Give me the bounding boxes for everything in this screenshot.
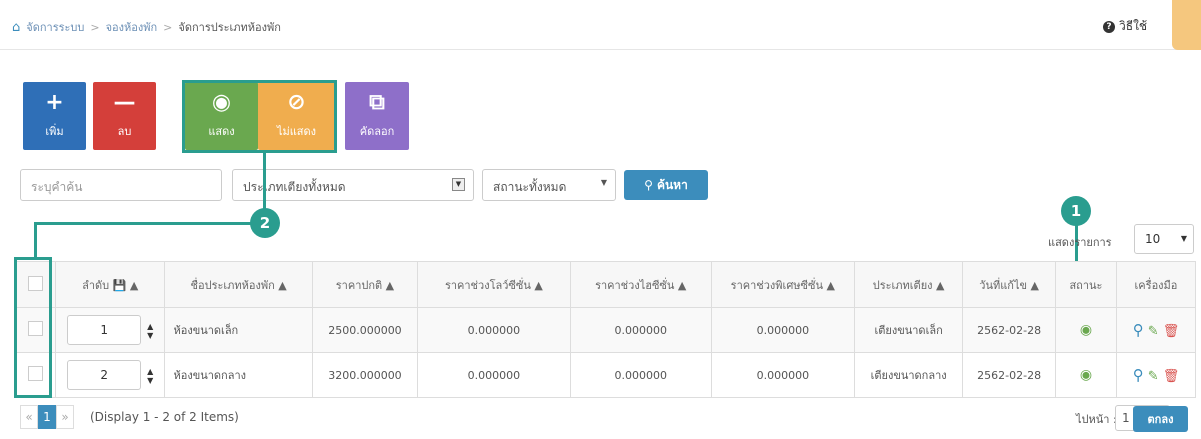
question-icon: ? <box>1103 20 1115 33</box>
table-row: 2 ▲ ▼ ห้องขนาดกลาง 3200.000000 0.000000 0.… <box>15 352 1197 398</box>
breadcrumb-separator: > <box>163 20 173 34</box>
header-name[interactable]: ชื่อประเภทห้องพัก ▲ <box>164 261 313 308</box>
home-icon[interactable]: ⌂ <box>12 20 20 35</box>
top-bar: ⌂ จัดการระบบ > จองห้องพัก > จัดการประเภท… <box>0 0 1201 50</box>
search-input[interactable]: ระบุคำค้น <box>20 169 222 201</box>
edit-icon[interactable]: ✎ <box>1148 324 1159 339</box>
room-type-name: ห้องขนาดเล็ก <box>164 307 313 353</box>
copy-label: คัดลอก <box>359 125 395 138</box>
page-next-button[interactable]: » <box>56 405 74 429</box>
per-page-select[interactable]: 10 ▼ <box>1134 224 1194 254</box>
delete-button[interactable]: — ลบ <box>93 82 156 150</box>
breadcrumb: ⌂ จัดการระบบ > จองห้องพัก > จัดการประเภท… <box>12 18 281 36</box>
view-icon[interactable]: ⚲ <box>1133 321 1144 339</box>
high-price-cell: 0.000000 <box>569 352 712 398</box>
sort-up-icon: ▲ <box>385 278 395 292</box>
delete-label: ลบ <box>117 125 132 138</box>
chevron-down-icon: ▼ <box>1180 234 1187 243</box>
sort-up-icon: ▲ <box>534 278 543 292</box>
sort-up-icon: ▲ <box>129 278 139 292</box>
room-type-name: ห้องขนาดกลาง <box>164 352 313 398</box>
high-price-cell: 0.000000 <box>569 307 712 353</box>
goto-page-label: ไปหน้า : <box>1076 413 1117 426</box>
chevron-down-icon: ▼ <box>600 178 607 187</box>
special-price-cell: 0.000000 <box>710 352 855 398</box>
copy-button[interactable]: ⧉ คัดลอก <box>345 82 409 150</box>
page-prev-button[interactable]: « <box>20 405 38 429</box>
save-icon[interactable]: 💾 <box>113 279 127 292</box>
minus-icon: — <box>113 90 136 115</box>
help-link[interactable]: ? วิธีใช้ <box>1103 17 1147 36</box>
order-input[interactable]: 1 <box>67 315 142 345</box>
goto-page-button[interactable]: ตกลง <box>1133 406 1188 432</box>
copy-icon: ⧉ <box>369 90 385 115</box>
search-button[interactable]: ⚲ ค้นหา <box>624 170 708 200</box>
sort-up-icon: ▲ <box>1030 278 1039 292</box>
sort-up-icon: ▲ <box>826 278 835 292</box>
low-price-cell: 0.000000 <box>417 352 571 398</box>
highlight-checkbox-column <box>14 257 52 398</box>
updated-cell: 2562-02-28 <box>962 307 1056 353</box>
bed-type-value: ประเภทเตียงทั้งหมด <box>243 180 346 194</box>
header-price[interactable]: ราคาปกติ ▲ <box>311 261 419 308</box>
header-low-price[interactable]: ราคาช่วงโลว์ซีซั่น ▲ <box>417 261 571 308</box>
updated-cell: 2562-02-28 <box>962 352 1056 398</box>
price-cell: 3200.000000 <box>311 352 419 398</box>
eye-icon[interactable]: ◉ <box>1080 322 1092 338</box>
help-label: วิธีใช้ <box>1119 19 1148 33</box>
tools-cell: ⚲ ✎ 🗑 <box>1115 307 1197 353</box>
status-value: สถานะทั้งหมด <box>493 180 567 194</box>
callout-badge-2: 2 <box>250 208 280 238</box>
breadcrumb-item-system[interactable]: จัดการระบบ <box>26 18 84 36</box>
sort-up-icon: ▲ <box>677 278 687 292</box>
order-input[interactable]: 2 <box>67 360 142 390</box>
callout-line-2 <box>34 222 252 225</box>
highlight-show-hide <box>182 80 337 153</box>
bed-type-cell: เตียงขนาดกลาง <box>853 352 964 398</box>
order-stepper-icon[interactable]: ▲ ▼ <box>147 367 153 385</box>
trash-icon[interactable]: 🗑 <box>1163 324 1180 339</box>
breadcrumb-item-booking[interactable]: จองห้องพัก <box>106 18 158 36</box>
eye-icon[interactable]: ◉ <box>1080 367 1092 383</box>
edit-icon[interactable]: ✎ <box>1148 369 1159 384</box>
room-type-table: ลำดับ 💾 ▲ ชื่อประเภทห้องพัก ▲ ราคาปกติ ▲… <box>15 261 1197 398</box>
callout-line-2 <box>34 222 37 258</box>
trash-icon[interactable]: 🗑 <box>1163 369 1180 384</box>
breadcrumb-item-current: จัดการประเภทห้องพัก <box>178 21 281 34</box>
header-status: สถานะ <box>1054 261 1117 308</box>
callout-line-2 <box>263 152 266 209</box>
per-page-value: 10 <box>1145 232 1161 246</box>
corner-tab[interactable] <box>1172 0 1201 50</box>
table-header-row: ลำดับ 💾 ▲ ชื่อประเภทห้องพัก ▲ ราคาปกติ ▲… <box>15 261 1197 308</box>
price-cell: 2500.000000 <box>311 307 419 353</box>
pagination-info: (Display 1 - 2 of 2 Items) <box>90 410 239 424</box>
breadcrumb-separator: > <box>90 20 100 34</box>
bed-type-select[interactable]: ประเภทเตียงทั้งหมด ▼ <box>232 169 474 201</box>
header-special-price[interactable]: ราคาช่วงพิเศษซีซั่น ▲ <box>710 261 855 308</box>
sort-up-icon: ▲ <box>936 278 945 292</box>
callout-badge-1: 1 <box>1061 196 1091 226</box>
per-page-label: แสดงรายการ <box>1048 236 1112 249</box>
low-price-cell: 0.000000 <box>417 307 571 353</box>
header-updated[interactable]: วันที่แก้ไข ▲ <box>962 261 1056 308</box>
tools-cell: ⚲ ✎ 🗑 <box>1115 352 1197 398</box>
bed-type-cell: เตียงขนาดเล็ก <box>853 307 964 353</box>
dropdown-caret-icon: ▼ <box>452 178 465 191</box>
special-price-cell: 0.000000 <box>710 307 855 353</box>
table-row: 1 ▲ ▼ ห้องขนาดเล็ก 2500.000000 0.000000 0.… <box>15 307 1197 353</box>
page-1-button[interactable]: 1 <box>38 405 56 429</box>
order-stepper-icon[interactable]: ▲ ▼ <box>147 322 153 340</box>
plus-icon: + <box>45 90 64 115</box>
search-button-label: ค้นหา <box>656 177 688 192</box>
add-label: เพิ่ม <box>45 125 64 138</box>
sort-up-icon: ▲ <box>278 278 287 292</box>
header-tools: เครื่องมือ <box>1115 261 1197 308</box>
header-order[interactable]: ลำดับ 💾 ▲ <box>54 261 166 308</box>
search-icon: ⚲ <box>644 178 653 192</box>
add-button[interactable]: + เพิ่ม <box>23 82 86 150</box>
header-high-price[interactable]: ราคาช่วงไฮซีซั่น ▲ <box>569 261 712 308</box>
status-select[interactable]: สถานะทั้งหมด ▼ <box>482 169 616 201</box>
view-icon[interactable]: ⚲ <box>1133 366 1144 384</box>
header-bed-type[interactable]: ประเภทเตียง ▲ <box>853 261 964 308</box>
